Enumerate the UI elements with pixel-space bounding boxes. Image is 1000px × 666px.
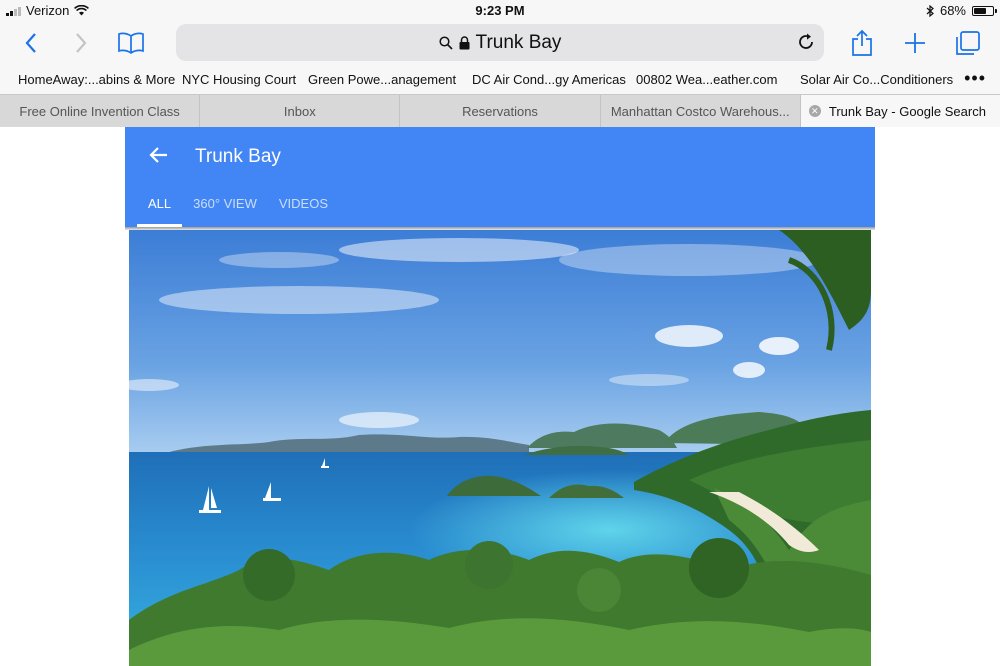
panel-tab-360-view[interactable]: 360° VIEW [182, 195, 268, 227]
panel-tabs: ALL 360° VIEW VIDEOS [137, 195, 339, 227]
tabs-overview-icon [956, 31, 980, 55]
bookmark-item[interactable]: HomeAway:...abins & More [18, 72, 175, 87]
battery-level [974, 7, 987, 14]
new-tab-button[interactable] [900, 28, 930, 58]
battery-percent: 68% [939, 3, 966, 18]
tab-invention-class[interactable]: Free Online Invention Class [0, 95, 201, 127]
bluetooth-icon [926, 4, 934, 17]
back-icon [25, 33, 36, 53]
panel-title: Trunk Bay [195, 146, 281, 167]
tab-label: Trunk Bay - Google Search [828, 103, 986, 119]
arrow-left-icon [149, 147, 167, 163]
forward-icon [76, 33, 87, 53]
bookmarks-button[interactable] [116, 28, 146, 58]
tab-inbox[interactable]: Inbox [200, 95, 401, 127]
tab-trunk-bay[interactable]: ✕ Trunk Bay - Google Search [800, 95, 1000, 127]
reload-button[interactable] [796, 32, 816, 58]
status-bar: Verizon 9:23 PM 68% [0, 0, 1000, 20]
search-icon [438, 35, 453, 50]
bookmark-item[interactable]: NYC Housing Court [182, 72, 296, 87]
tab-label: Inbox [283, 103, 316, 119]
tabs-overview-button[interactable] [953, 28, 983, 58]
share-icon [852, 29, 872, 56]
bookmark-item[interactable]: Solar Air Co...Conditioners [800, 72, 953, 87]
tab-label: Manhattan Costco Warehous... [610, 103, 790, 119]
panel-tab-videos[interactable]: VIDEOS [268, 195, 339, 227]
bookmarks-bar: HomeAway:...abins & More NYC Housing Cou… [0, 66, 1000, 94]
reload-icon [799, 33, 813, 49]
battery-icon [972, 5, 997, 16]
forward-button[interactable] [66, 28, 96, 58]
panel-tab-all[interactable]: ALL [137, 195, 183, 227]
battery-tip [995, 8, 997, 13]
tab-label: Free Online Invention Class [19, 103, 180, 119]
tab-bar: Free Online Invention Class Inbox Reserv… [0, 94, 1000, 127]
address-text: Trunk Bay [475, 31, 562, 53]
tab-costco[interactable]: Manhattan Costco Warehous... [601, 95, 801, 127]
back-button[interactable] [16, 28, 46, 58]
browser-toolbar: Trunk Bay [0, 20, 1000, 66]
beach-bay-photo[interactable] [129, 230, 871, 666]
share-button[interactable] [847, 28, 877, 58]
tab-reservations[interactable]: Reservations [400, 95, 601, 127]
image-viewer-header: Trunk Bay ALL 360° VIEW VIDEOS [125, 127, 875, 227]
address-bar[interactable]: Trunk Bay [176, 24, 824, 61]
bookmarks-book-icon [118, 32, 144, 54]
bookmark-item[interactable]: DC Air Cond...gy Americas [472, 72, 626, 87]
new-tab-plus-icon [905, 33, 925, 53]
bookmark-item[interactable]: 00802 Wea...eather.com [636, 72, 777, 87]
tab-label: Reservations [462, 103, 538, 119]
bookmarks-more-button[interactable]: ••• [964, 68, 986, 89]
status-time: 9:23 PM [475, 3, 525, 18]
status-right: 68% [926, 3, 997, 18]
close-tab-icon[interactable]: ✕ [808, 105, 821, 117]
lock-icon [459, 35, 470, 49]
bookmark-item[interactable]: Green Powe...anagement [308, 72, 456, 87]
panel-back-button[interactable] [147, 143, 173, 169]
